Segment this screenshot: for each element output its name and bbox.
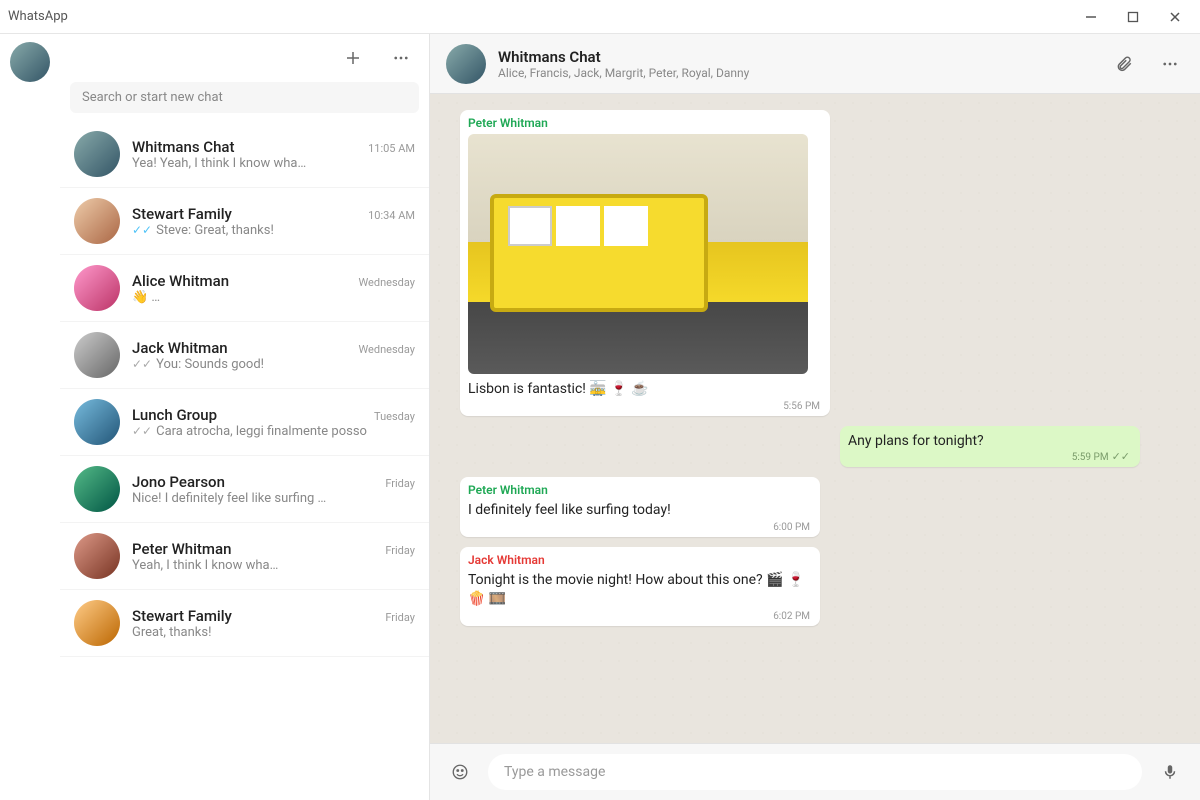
group-avatar[interactable] [446, 44, 486, 84]
chat-avatar [74, 265, 120, 311]
chat-item-peter[interactable]: Peter Whitman Friday Yeah, I think I kno… [60, 523, 429, 590]
chat-item-jono[interactable]: Jono Pearson Friday Nice! I definitely f… [60, 456, 429, 523]
chat-preview: ✓✓Cara atrocha, leggi finalmente posso [132, 424, 415, 439]
message-text: Tonight is the movie night! How about th… [468, 571, 812, 610]
chat-name: Stewart Family [132, 205, 232, 223]
chat-time: 10:34 AM [368, 209, 415, 222]
chat-item-jack[interactable]: Jack Whitman Wednesday ✓✓You: Sounds goo… [60, 322, 429, 389]
chat-avatar [74, 198, 120, 244]
chat-name: Lunch Group [132, 406, 217, 424]
chat-header[interactable]: Whitmans Chat Alice, Francis, Jack, Marg… [430, 34, 1200, 94]
new-chat-button[interactable] [339, 44, 367, 72]
chat-menu-button[interactable] [1156, 50, 1184, 78]
message-out[interactable]: Any plans for tonight? 5:59 PM✓✓ [840, 426, 1140, 468]
sidebar-left-strip [0, 34, 60, 800]
chat-avatar [74, 533, 120, 579]
chat-preview: Nice! I definitely feel like surfing … [132, 491, 415, 506]
chat-body[interactable]: Peter Whitman Lisbon is fantastic! 🚋 🍷 ☕… [430, 94, 1200, 743]
chat-time: Friday [385, 477, 415, 490]
chat-name: Jono Pearson [132, 473, 225, 491]
chat-avatar [74, 399, 120, 445]
message-in[interactable]: Jack Whitman Tonight is the movie night!… [460, 547, 820, 626]
sent-ticks-icon: ✓✓ [132, 357, 152, 371]
read-ticks-icon: ✓✓ [132, 223, 152, 237]
chat-time: Friday [385, 544, 415, 557]
chat-preview: Yea! Yeah, I think I know wha… [132, 156, 415, 171]
read-ticks-icon: ✓✓ [1112, 450, 1130, 463]
chat-time: Wednesday [358, 343, 415, 356]
chat-input-bar: Type a message [430, 743, 1200, 800]
maximize-button[interactable] [1116, 4, 1150, 30]
chat-preview: ✓✓You: Sounds good! [132, 357, 415, 372]
message-in[interactable]: Peter Whitman Lisbon is fantastic! 🚋 🍷 ☕… [460, 110, 830, 416]
search-input[interactable]: Search or start new chat [70, 82, 419, 113]
message-sender: Jack Whitman [468, 553, 812, 567]
chat-item-stewart[interactable]: Stewart Family 10:34 AM ✓✓Steve: Great, … [60, 188, 429, 255]
message-sender: Peter Whitman [468, 483, 812, 497]
chat-title: Whitmans Chat [498, 48, 1098, 66]
chat-list: Whitmans Chat 11:05 AM Yea! Yeah, I thin… [60, 121, 429, 800]
chat-preview: 👋 … [132, 290, 415, 305]
sent-ticks-icon: ✓✓ [132, 424, 152, 438]
chat-name: Jack Whitman [132, 339, 228, 357]
my-avatar[interactable] [10, 42, 50, 82]
chat-avatar [74, 332, 120, 378]
chat-pane: Whitmans Chat Alice, Francis, Jack, Marg… [430, 34, 1200, 800]
message-sender: Peter Whitman [468, 116, 822, 130]
message-time: 5:59 PM✓✓ [1072, 450, 1130, 463]
titlebar: WhatsApp [0, 0, 1200, 34]
chat-item-alice[interactable]: Alice Whitman Wednesday 👋 … [60, 255, 429, 322]
chat-time: 11:05 AM [368, 142, 415, 155]
window-title: WhatsApp [8, 9, 68, 24]
chat-avatar [74, 466, 120, 512]
chat-item-lunch[interactable]: Lunch Group Tuesday ✓✓Cara atrocha, legg… [60, 389, 429, 456]
message-time: 6:02 PM [773, 611, 810, 622]
message-image[interactable] [468, 134, 808, 374]
message-time: 6:00 PM [773, 522, 810, 533]
chat-time: Tuesday [374, 410, 415, 423]
window-controls [1074, 4, 1192, 30]
chat-preview: ✓✓Steve: Great, thanks! [132, 223, 415, 238]
message-text: Lisbon is fantastic! 🚋 🍷 ☕ [468, 380, 822, 400]
message-text: Any plans for tonight? [848, 432, 1132, 452]
chat-time: Friday [385, 611, 415, 624]
chat-name: Alice Whitman [132, 272, 229, 290]
chat-avatar [74, 600, 120, 646]
message-in[interactable]: Peter Whitman I definitely feel like sur… [460, 477, 820, 537]
chat-name: Whitmans Chat [132, 138, 235, 156]
more-menu-button[interactable] [387, 44, 415, 72]
minimize-button[interactable] [1074, 4, 1108, 30]
message-input[interactable]: Type a message [488, 754, 1142, 790]
chat-avatar [74, 131, 120, 177]
chat-preview: Yeah, I think I know wha… [132, 558, 415, 573]
chat-subtitle: Alice, Francis, Jack, Margrit, Peter, Ro… [498, 66, 1098, 80]
message-time: 5:56 PM [783, 401, 820, 412]
chat-name: Stewart Family [132, 607, 232, 625]
chat-name: Peter Whitman [132, 540, 231, 558]
chat-item-stewart2[interactable]: Stewart Family Friday Great, thanks! [60, 590, 429, 657]
emoji-button[interactable] [446, 758, 474, 786]
mic-button[interactable] [1156, 758, 1184, 786]
chat-preview: Great, thanks! [132, 625, 415, 640]
chat-time: Wednesday [358, 276, 415, 289]
close-button[interactable] [1158, 4, 1192, 30]
message-text: I definitely feel like surfing today! [468, 501, 812, 521]
chat-item-whitmans[interactable]: Whitmans Chat 11:05 AM Yea! Yeah, I thin… [60, 121, 429, 188]
attach-button[interactable] [1110, 50, 1138, 78]
sidebar: Search or start new chat Whitmans Chat 1… [0, 34, 430, 800]
